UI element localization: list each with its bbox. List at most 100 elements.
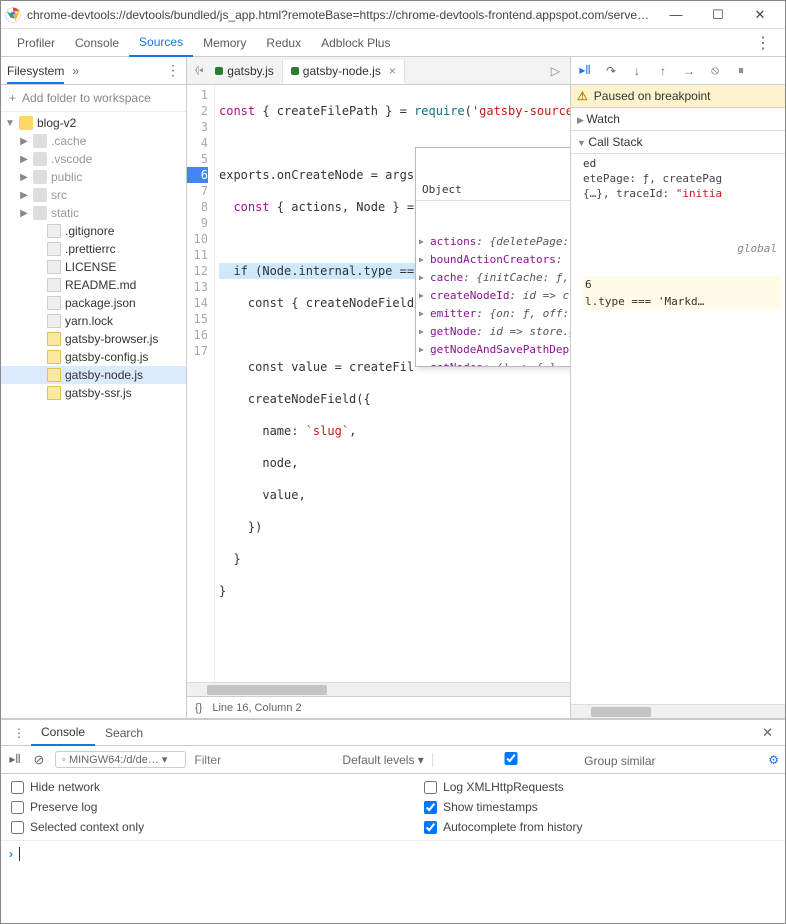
tab-profiler[interactable]: Profiler xyxy=(7,30,65,56)
tooltip-property[interactable]: boundActionCreators: {deletePage: ƒ, cre xyxy=(416,251,570,269)
tree-folder[interactable]: public xyxy=(1,168,186,186)
minimize-button[interactable]: — xyxy=(655,1,697,29)
step-button[interactable]: → xyxy=(681,64,697,78)
selected-context-checkbox[interactable]: Selected context only xyxy=(11,820,144,834)
tab-redux[interactable]: Redux xyxy=(256,30,311,56)
tab-console[interactable]: Console xyxy=(65,30,129,56)
autocomplete-checkbox[interactable]: Autocomplete from history xyxy=(424,820,582,834)
resume-button[interactable]: ▸⦀ xyxy=(577,63,593,78)
tree-folder[interactable]: static xyxy=(1,204,186,222)
group-similar-checkbox[interactable]: Group similar xyxy=(441,752,656,768)
tooltip-property[interactable]: cache: {initCache: ƒ, get: ƒ, set: ƒ} xyxy=(416,269,570,287)
filter-input[interactable] xyxy=(194,753,334,767)
hide-network-checkbox[interactable]: Hide network xyxy=(11,780,144,794)
levels-dropdown[interactable]: Default levels ▾ xyxy=(342,753,432,767)
clear-console-icon[interactable]: ⊘ xyxy=(31,752,47,768)
tree-file[interactable]: .gitignore xyxy=(1,222,186,240)
object-tooltip[interactable]: Object actions: {deletePage: ƒ, createPa… xyxy=(415,147,570,367)
tooltip-property[interactable]: emitter: {on: ƒ, off: ƒ, emit: ƒ} xyxy=(416,305,570,323)
nav-back-icon[interactable]: ⦉◂ xyxy=(191,62,207,79)
deactivate-breakpoints-button[interactable]: ⦸ xyxy=(707,63,723,78)
watch-section[interactable]: Watch xyxy=(571,108,785,131)
code-content[interactable]: const { createFilePath } = require('gats… xyxy=(215,85,570,682)
folder-icon xyxy=(33,134,47,148)
callstack-section[interactable]: Call Stack xyxy=(571,131,785,154)
editor-tab[interactable]: gatsby.js xyxy=(207,60,282,82)
add-folder-button[interactable]: Add folder to workspace xyxy=(1,85,186,112)
filesystem-tab[interactable]: Filesystem xyxy=(7,58,64,84)
console-prompt[interactable]: › xyxy=(1,841,785,867)
code-editor[interactable]: 1234567891011121314151617 const { create… xyxy=(187,85,570,682)
tree-file[interactable]: .prettierrc xyxy=(1,240,186,258)
text-cursor xyxy=(19,847,20,861)
sidebar-more-icon[interactable]: ⋮ xyxy=(166,62,180,79)
window-title: chrome-devtools://devtools/bundled/js_ap… xyxy=(27,8,655,22)
run-snippet-icon[interactable]: ▷ xyxy=(545,62,566,80)
drawer-tab-console[interactable]: Console xyxy=(31,720,95,746)
right-horizontal-scrollbar[interactable] xyxy=(571,704,785,718)
show-timestamps-checkbox[interactable]: Show timestamps xyxy=(424,800,582,814)
tooltip-property[interactable]: createNodeId: id => createNodeId(id, plu xyxy=(416,287,570,305)
context-selector[interactable]: ◦ MINGW64:/d/de… ▾ xyxy=(55,751,186,768)
tree-file[interactable]: gatsby-ssr.js xyxy=(1,384,186,402)
log-xhr-checkbox[interactable]: Log XMLHttpRequests xyxy=(424,780,582,794)
file-tree: blog-v2 .cache .vscode public src static… xyxy=(1,112,186,718)
tooltip-property[interactable]: getNodeAndSavePathDependency: (id, path) xyxy=(416,341,570,359)
breakpoint-entry[interactable]: l.type === 'Markd… xyxy=(583,293,781,310)
close-tab-icon[interactable]: × xyxy=(389,64,396,78)
drawer-tab-search[interactable]: Search xyxy=(95,721,153,745)
paused-text: Paused on breakpoint xyxy=(594,89,711,103)
debugger-toolbar: ▸⦀ ↷ ↓ ↑ → ⦸ ⏸ xyxy=(571,57,785,85)
tree-file[interactable]: yarn.lock xyxy=(1,312,186,330)
sidebar-header: Filesystem » ⋮ xyxy=(1,57,186,85)
tree-file-selected[interactable]: gatsby-node.js xyxy=(1,366,186,384)
scrollbar-thumb[interactable] xyxy=(591,707,651,717)
tree-folder[interactable]: .cache xyxy=(1,132,186,150)
more-menu-icon[interactable]: ⋮ xyxy=(747,29,779,57)
sidebar-expand-icon[interactable]: » xyxy=(72,64,79,78)
editor-tab-active[interactable]: gatsby-node.js× xyxy=(283,60,405,84)
tab-adblock[interactable]: Adblock Plus xyxy=(311,30,400,56)
chrome-icon xyxy=(5,7,21,23)
tooltip-property[interactable]: getNodes: () => {…} xyxy=(416,359,570,367)
file-icon xyxy=(47,260,61,274)
scrollbar-thumb[interactable] xyxy=(207,685,327,695)
tree-root[interactable]: blog-v2 xyxy=(1,114,186,132)
folder-icon xyxy=(33,152,47,166)
file-icon xyxy=(47,296,61,310)
tree-folder[interactable]: src xyxy=(1,186,186,204)
folder-icon xyxy=(33,206,47,220)
tree-file[interactable]: README.md xyxy=(1,276,186,294)
file-icon xyxy=(47,278,61,292)
tab-memory[interactable]: Memory xyxy=(193,30,256,56)
console-sidebar-icon[interactable]: ▸⦀ xyxy=(7,752,23,767)
close-button[interactable]: ✕ xyxy=(739,1,781,29)
main-area: Filesystem » ⋮ Add folder to workspace b… xyxy=(1,57,785,719)
drawer-close-icon[interactable]: ✕ xyxy=(756,725,779,741)
js-file-icon xyxy=(47,332,61,346)
tab-sources[interactable]: Sources xyxy=(129,29,193,57)
horizontal-scrollbar[interactable] xyxy=(187,682,570,696)
step-into-button[interactable]: ↓ xyxy=(629,64,645,78)
tooltip-property[interactable]: getNode: id => store.getState().nodes[id xyxy=(416,323,570,341)
settings-gear-icon[interactable]: ⚙ xyxy=(768,753,779,767)
js-file-icon xyxy=(47,368,61,382)
tree-folder[interactable]: .vscode xyxy=(1,150,186,168)
file-dot-icon xyxy=(215,67,223,75)
pause-exceptions-button[interactable]: ⏸ xyxy=(733,63,749,78)
maximize-button[interactable]: ☐ xyxy=(697,1,739,29)
step-over-button[interactable]: ↷ xyxy=(603,64,619,78)
js-file-icon xyxy=(47,350,61,364)
tree-file[interactable]: LICENSE xyxy=(1,258,186,276)
braces-icon[interactable]: {} xyxy=(195,702,202,714)
file-icon xyxy=(47,242,61,256)
breakpoint-entry[interactable]: 6 xyxy=(583,276,781,293)
step-out-button[interactable]: ↑ xyxy=(655,64,671,78)
drawer-more-icon[interactable]: ⋮ xyxy=(7,726,31,740)
tree-file[interactable]: gatsby-config.js xyxy=(1,348,186,366)
tree-file[interactable]: gatsby-browser.js xyxy=(1,330,186,348)
tree-file[interactable]: package.json xyxy=(1,294,186,312)
folder-open-icon xyxy=(19,116,33,130)
preserve-log-checkbox[interactable]: Preserve log xyxy=(11,800,144,814)
tooltip-property[interactable]: actions: {deletePage: ƒ, createPage: ƒ, xyxy=(416,233,570,251)
